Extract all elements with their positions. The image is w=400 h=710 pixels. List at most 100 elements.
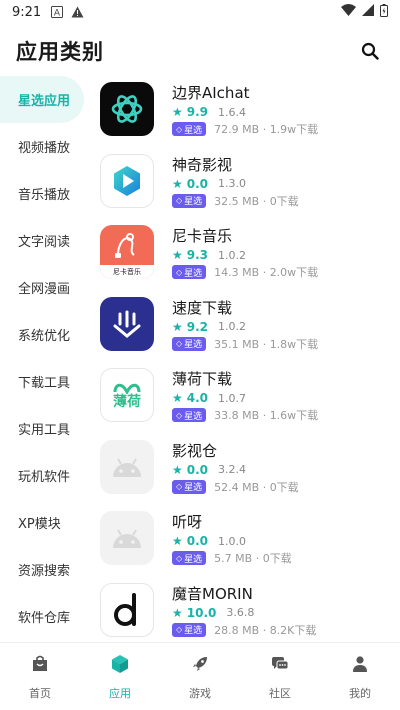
icon-caption: 薄荷	[113, 394, 141, 410]
sidebar-item-device[interactable]: 玩机软件	[0, 452, 88, 499]
sidebar-item-reading[interactable]: 文字阅读	[0, 217, 88, 264]
diamond-icon: ◇	[176, 196, 183, 205]
music-cable-icon: 尼卡音乐	[100, 225, 154, 279]
app-rating: 0.0	[186, 534, 209, 548]
rocket-icon	[189, 653, 211, 675]
app-name: 薄荷下载	[172, 370, 233, 388]
notification-a-icon: A	[51, 6, 64, 19]
signal-icon	[362, 4, 374, 20]
diamond-icon: ◇	[176, 410, 183, 420]
tab-label: 游戏	[189, 687, 211, 700]
sidebar-item-music[interactable]: 音乐播放	[0, 170, 88, 217]
openai-knot-icon	[100, 82, 154, 136]
wifi-icon	[341, 4, 356, 20]
svg-text:A: A	[54, 9, 61, 19]
app-rating: 4.0	[186, 391, 209, 405]
app-meta: 28.8 MB · 8.2K下载	[214, 623, 317, 637]
sidebar-item-label: 下载工具	[18, 376, 71, 391]
tab-apps[interactable]: 应用	[80, 643, 160, 710]
category-sidebar: 星选应用 视频播放 音乐播放 文字阅读 全网漫画 系统优化 下载工具 实用工具 …	[0, 76, 88, 640]
app-name: 魔音MORIN	[172, 584, 253, 603]
featured-badge: ◇ 星选	[172, 265, 207, 279]
list-item[interactable]: 边界AIchat ★ 9.9 1.6.4 ◇ 星选 72.9 MB · 1.9w下载	[100, 82, 400, 154]
sidebar-item-label: XP模块	[18, 517, 61, 532]
diamond-icon: ◇	[176, 553, 183, 563]
app-meta: 14.3 MB · 2.0w下载	[214, 266, 319, 279]
app-version: 1.0.0	[218, 534, 247, 548]
app-name: 边界AIchat	[172, 84, 250, 102]
diamond-icon: ◇	[176, 625, 183, 634]
sidebar-item-xposed[interactable]: XP模块	[0, 499, 88, 546]
app-name: 速度下载	[172, 298, 233, 317]
chat-icon	[269, 653, 291, 675]
star-icon: ★	[172, 462, 183, 477]
icon-caption: 尼卡音乐	[100, 265, 154, 279]
app-version: 1.0.2	[218, 320, 247, 333]
star-icon: ★	[172, 534, 183, 548]
app-version: 3.2.4	[218, 463, 247, 476]
page-title: 应用类别	[16, 40, 104, 64]
cube-icon	[109, 653, 131, 675]
featured-badge: ◇ 星选	[172, 408, 207, 422]
sidebar-item-featured[interactable]: 星选应用	[0, 76, 84, 123]
list-item[interactable]: 薄荷 薄荷下载 ★ 4.0 1.0.7 ◇ 星选 33.8 MB · 1.6w下载	[100, 368, 400, 440]
sidebar-item-label: 实用工具	[18, 423, 71, 438]
status-time: 9:21	[12, 4, 42, 20]
tab-label: 我的	[349, 687, 371, 700]
page-header: 应用类别	[0, 28, 400, 74]
warning-icon	[71, 6, 84, 18]
person-icon	[349, 653, 371, 675]
list-item[interactable]: 速度下载 ★ 9.2 1.0.2 ◇ 星选 35.1 MB · 1.8w下载	[100, 296, 400, 369]
featured-badge: ◇ 星选	[172, 336, 207, 351]
app-rating: 9.2	[186, 319, 209, 334]
star-icon: ★	[172, 176, 183, 191]
android-placeholder-icon	[100, 511, 154, 565]
app-version: 3.6.8	[226, 606, 255, 619]
android-placeholder-icon	[100, 439, 154, 494]
app-list: 边界AIchat ★ 9.9 1.6.4 ◇ 星选 72.9 MB · 1.9w下载 神…	[100, 82, 400, 654]
mint-icon: 薄荷	[100, 368, 154, 422]
sidebar-item-search[interactable]: 资源搜索	[0, 546, 88, 593]
featured-badge: ◇ 星选	[172, 193, 207, 208]
app-rating: 10.0	[186, 605, 217, 620]
app-name: 尼卡音乐	[172, 227, 233, 245]
app-rating: 9.9	[186, 105, 209, 119]
search-icon[interactable]	[356, 37, 384, 65]
sidebar-item-label: 星选应用	[18, 94, 71, 109]
app-meta: 72.9 MB · 1.9w下载	[214, 123, 319, 136]
sidebar-item-repo[interactable]: 软件仓库	[0, 593, 88, 640]
sidebar-item-utilities[interactable]: 实用工具	[0, 405, 88, 452]
sidebar-item-label: 视频播放	[18, 141, 71, 156]
app-name: 听呀	[172, 513, 203, 531]
sidebar-item-label: 资源搜索	[18, 564, 71, 579]
tab-profile[interactable]: 我的	[320, 643, 400, 710]
app-version: 1.3.0	[218, 177, 247, 190]
star-icon: ★	[172, 605, 183, 620]
diamond-icon: ◇	[176, 482, 183, 491]
diamond-icon: ◇	[176, 124, 183, 134]
app-rating: 0.0	[186, 176, 209, 191]
tab-community[interactable]: 社区	[240, 643, 320, 710]
sidebar-item-system[interactable]: 系统优化	[0, 311, 88, 358]
list-item[interactable]: 尼卡音乐 尼卡音乐 ★ 9.3 1.0.2 ◇ 星选 14.3 MB · 2.0w下载	[100, 225, 400, 297]
status-bar: 9:21 A	[0, 0, 400, 24]
app-meta: 32.5 MB · 0下载	[214, 194, 299, 208]
sidebar-item-video[interactable]: 视频播放	[0, 123, 88, 170]
app-rating: 9.3	[186, 248, 209, 262]
sidebar-item-download[interactable]: 下载工具	[0, 358, 88, 405]
sidebar-item-label: 全网漫画	[18, 282, 71, 297]
featured-badge: ◇ 星选	[172, 551, 207, 565]
list-item[interactable]: 影视仓 ★ 0.0 3.2.4 ◇ 星选 52.4 MB · 0下载	[100, 439, 400, 512]
list-item[interactable]: 神奇影视 ★ 0.0 1.3.0 ◇ 星选 32.5 MB · 0下载	[100, 153, 400, 226]
tab-home[interactable]: 首页	[0, 643, 80, 710]
sidebar-item-label: 文字阅读	[18, 235, 71, 250]
sidebar-item-label: 软件仓库	[18, 611, 71, 626]
tab-games[interactable]: 游戏	[160, 643, 240, 710]
app-name: 神奇影视	[172, 155, 233, 174]
sidebar-item-comics[interactable]: 全网漫画	[0, 264, 88, 311]
star-icon: ★	[172, 105, 183, 119]
list-item[interactable]: 听呀 ★ 0.0 1.0.0 ◇ 星选 5.7 MB · 0下载	[100, 511, 400, 583]
app-meta: 5.7 MB · 0下载	[214, 552, 292, 565]
bottom-tab-bar: 首页 应用 游戏 社区 我的	[0, 642, 400, 710]
featured-badge: ◇ 星选	[172, 479, 207, 494]
